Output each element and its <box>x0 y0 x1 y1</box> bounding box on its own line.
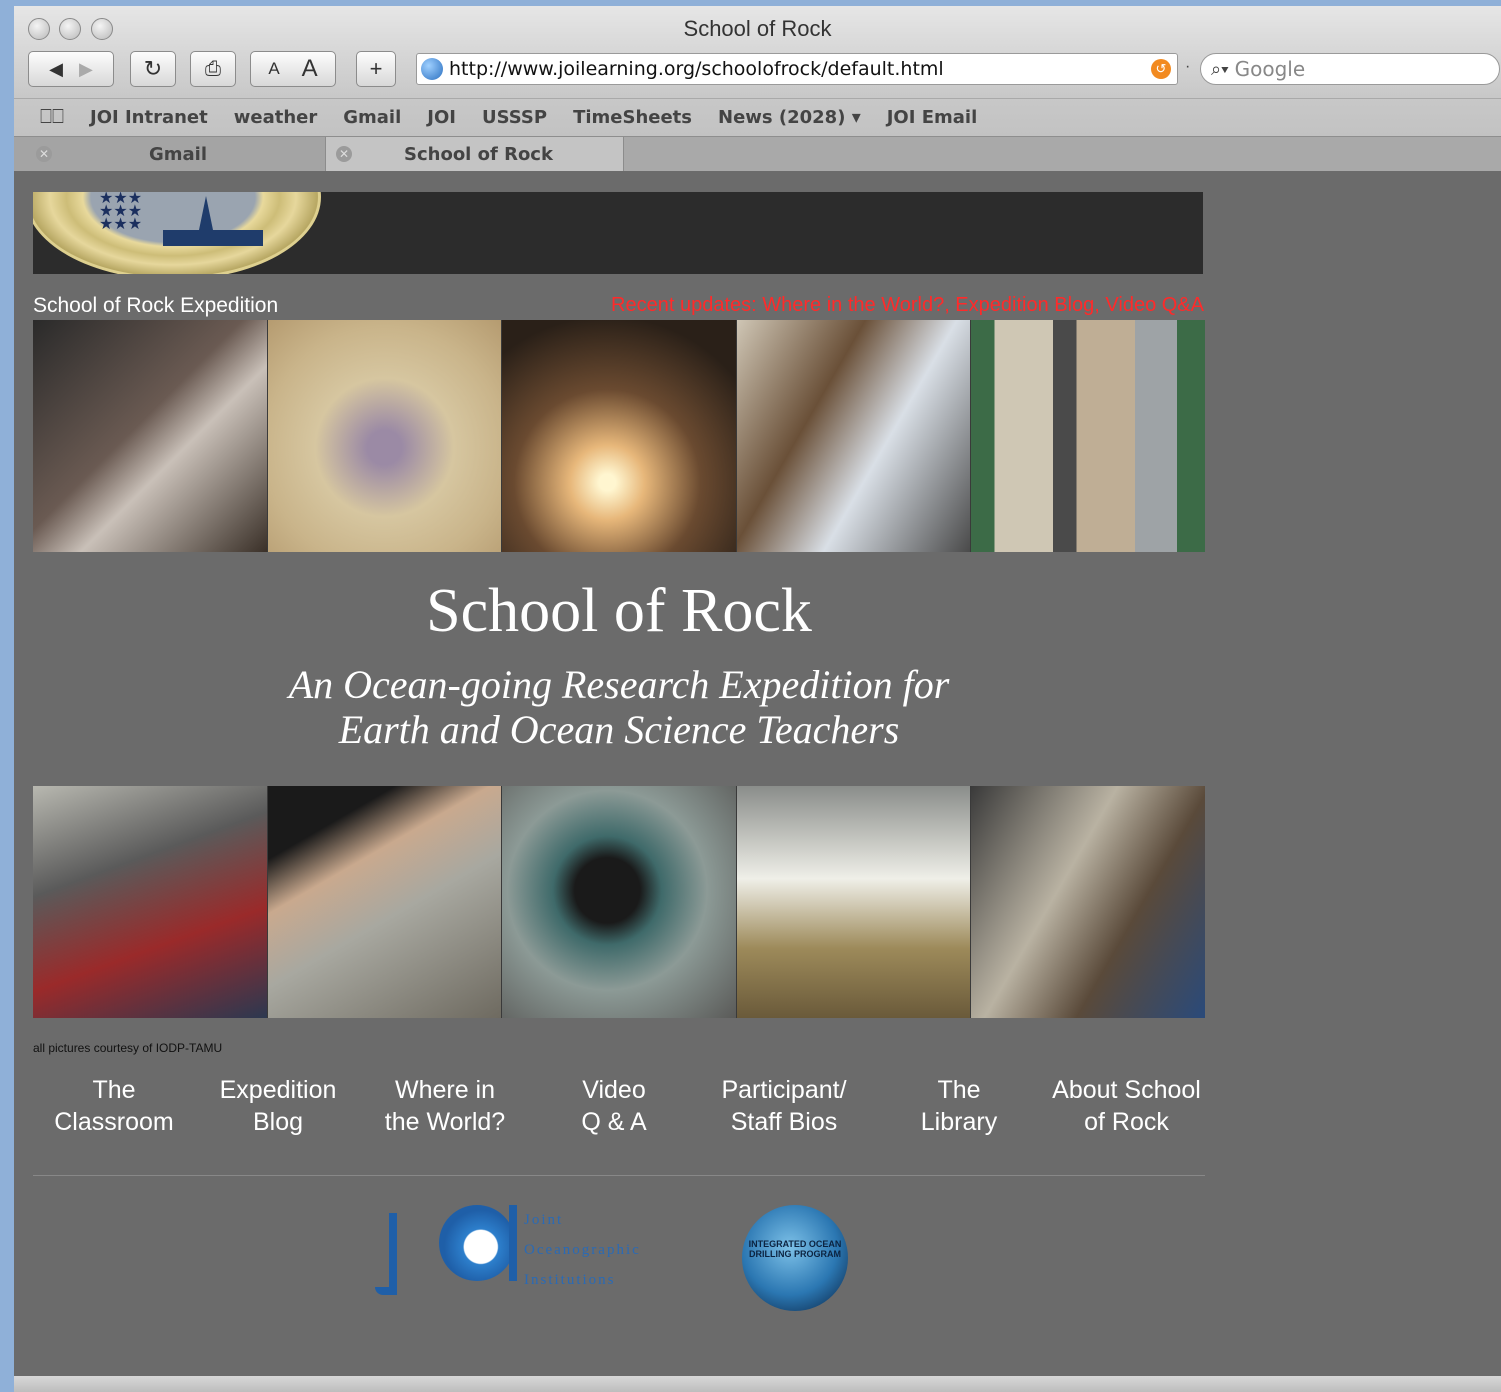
nav-line: Library <box>920 1108 998 1136</box>
bottom-photo-strip <box>33 786 1205 1018</box>
joi-word: Oceanographic <box>524 1242 641 1258</box>
photo-cups-pile <box>267 320 503 552</box>
stars-icon: ★★★ ★★★ ★★★ <box>99 192 143 233</box>
photo-press-machine <box>971 320 1205 552</box>
joi-word: Institutions <box>524 1272 616 1288</box>
nav-line: Blog <box>252 1108 304 1136</box>
drill-derrick-icon <box>199 196 213 230</box>
search-placeholder[interactable]: Google <box>1235 57 1306 81</box>
top-photo-strip <box>33 320 1205 552</box>
bookmark-usssp[interactable]: USSSP <box>482 107 547 128</box>
search-divider-dot: · <box>1185 58 1191 75</box>
photo-microscope-lab <box>971 786 1205 1018</box>
nav-expedition-blog[interactable]: Expedition Blog <box>203 1074 353 1138</box>
bookmark-joi-intranet[interactable]: JOI Intranet <box>90 107 208 128</box>
nav-line: Q & A <box>581 1108 647 1136</box>
joi-word: Joint <box>524 1212 564 1228</box>
reload-button[interactable]: ↻ <box>130 51 176 87</box>
nav-video-qa[interactable]: Video Q & A <box>539 1074 689 1138</box>
tab-school-of-rock[interactable]: ✕ School of Rock <box>326 137 624 171</box>
bookmark-joi-email[interactable]: JOI Email <box>887 107 978 128</box>
reload-icon: ↻ <box>143 56 163 81</box>
photo-crew-core <box>33 786 268 1018</box>
window-title: School of Rock <box>683 16 832 41</box>
photo-scientist-lab <box>736 320 972 552</box>
nav-about-school-of-rock[interactable]: About School of Rock <box>1044 1074 1209 1138</box>
nav-line: Where in <box>394 1076 496 1104</box>
nav-line: Video <box>582 1076 646 1104</box>
tab-label: Gmail <box>149 143 208 165</box>
joi-logo[interactable]: Joint Oceanographic Institutions <box>369 1201 699 1311</box>
status-bar <box>14 1376 1501 1392</box>
printer-icon: ⎙ <box>205 57 221 80</box>
nav-where-in-the-world[interactable]: Where in the World? <box>370 1074 520 1138</box>
expedition-label: School of Rock Expedition <box>33 294 279 317</box>
nav-line: The <box>92 1076 136 1104</box>
page-title: School of Rock <box>426 577 812 645</box>
bookmark-news-folder[interactable]: News (2028) ▾ <box>718 107 861 128</box>
photo-core-inspection <box>267 786 503 1018</box>
bookmarks-bar: ⎕⎕ JOI Intranet weather Gmail JOI USSSP … <box>14 98 1501 135</box>
joi-wordmark: Joint Oceanographic Institutions <box>524 1205 641 1295</box>
search-field[interactable]: ⌕▾ Google <box>1200 53 1500 85</box>
nav-the-library[interactable]: The Library <box>884 1074 1034 1138</box>
nav-line: the World? <box>384 1108 506 1136</box>
forward-arrow-icon[interactable]: ▶ <box>79 59 93 80</box>
nav-line: Participant/ <box>721 1076 847 1104</box>
web-page: ★★★ ★★★ ★★★ School of Rock Expedition Rece… <box>14 171 1501 1376</box>
wave-icon <box>439 1205 515 1281</box>
add-bookmark-button[interactable]: + <box>356 51 396 87</box>
browser-chrome: School of Rock ◀ ▶ ↻ ⎙ A A + http://www.… <box>14 6 1501 172</box>
tab-label: School of Rock <box>404 143 553 165</box>
photo-credit: all pictures courtesy of IODP-TAMU <box>33 1041 223 1055</box>
text-size-buttons[interactable]: A A <box>250 51 336 87</box>
print-button[interactable]: ⎙ <box>190 51 236 87</box>
nav-line: About School <box>1052 1076 1201 1104</box>
url-text[interactable]: http://www.joilearning.org/schoolofrock/… <box>449 58 1151 80</box>
address-bar[interactable]: http://www.joilearning.org/schoolofrock/… <box>416 53 1178 85</box>
iodp-logo[interactable]: INTEGRATED OCEAN DRILLING PROGRAM <box>742 1205 848 1311</box>
nav-line: The <box>937 1076 981 1104</box>
search-icon: ⌕▾ <box>1211 58 1229 79</box>
recent-updates-link[interactable]: Recent updates: Where in the World?, Exp… <box>611 294 1204 317</box>
photo-sparks-cutting <box>502 320 737 552</box>
tab-gmail[interactable]: ✕ Gmail <box>14 137 326 171</box>
header-banner: ★★★ ★★★ ★★★ <box>33 192 1203 274</box>
snapback-icon[interactable]: ↺ <box>1151 59 1171 79</box>
nav-participant-staff-bios[interactable]: Participant/ Staff Bios <box>709 1074 859 1138</box>
bookmark-timesheets[interactable]: TimeSheets <box>573 107 692 128</box>
open-book-icon[interactable]: ⎕⎕ <box>40 106 64 129</box>
bookmark-joi[interactable]: JOI <box>427 107 456 128</box>
divider <box>33 1175 1205 1176</box>
bookmark-weather[interactable]: weather <box>234 107 318 128</box>
tab-bar: ✕ Gmail ✕ School of Rock <box>14 136 1501 172</box>
globe-icon <box>421 58 443 80</box>
nav-line: Expedition <box>219 1076 337 1104</box>
ship-icon <box>163 230 263 246</box>
text-smaller-button[interactable]: A <box>268 59 279 79</box>
bookmark-gmail[interactable]: Gmail <box>343 107 401 128</box>
photo-galley-cook <box>736 786 972 1018</box>
subtitle-line-1: An Ocean-going Research Expedition for <box>288 662 950 707</box>
nav-line: Staff Bios <box>730 1108 838 1136</box>
joi-letter-i <box>509 1205 517 1281</box>
nav-line: of Rock <box>1084 1108 1169 1136</box>
back-forward-buttons[interactable]: ◀ ▶ <box>28 51 114 87</box>
back-arrow-icon[interactable]: ◀ <box>49 59 63 80</box>
nav-the-classroom[interactable]: The Classroom <box>39 1074 189 1138</box>
photo-drill-pipe <box>502 786 737 1018</box>
joi-letter-j-hook <box>375 1287 397 1295</box>
close-tab-icon[interactable]: ✕ <box>36 146 52 162</box>
iodp-logo-text: INTEGRATED OCEAN DRILLING PROGRAM <box>748 1239 842 1259</box>
text-larger-button[interactable]: A <box>302 55 318 83</box>
joi-letter-j <box>389 1213 397 1293</box>
browser-window: School of Rock ◀ ▶ ↻ ⎙ A A + http://www.… <box>14 6 1501 1392</box>
close-tab-icon[interactable]: ✕ <box>336 146 352 162</box>
subtitle-line-2: Earth and Ocean Science Teachers <box>338 707 900 752</box>
nav-line: Classroom <box>54 1108 174 1136</box>
photo-student-beaker <box>33 320 268 552</box>
